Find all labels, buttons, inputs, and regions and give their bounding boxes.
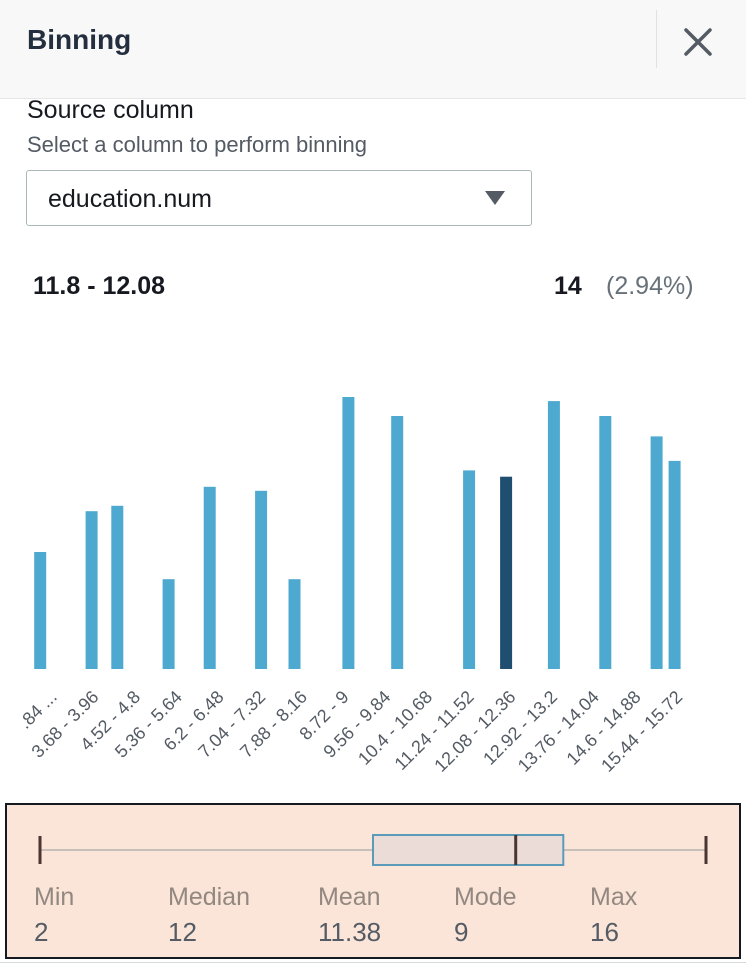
stat-min-label: Min <box>34 883 75 911</box>
stat-mode-value: 9 <box>454 917 469 947</box>
stat-max-value: 16 <box>590 917 619 947</box>
stat-median-label: Median <box>168 883 250 911</box>
histogram-bar[interactable] <box>34 552 47 669</box>
box-plot-box <box>372 834 565 866</box>
close-icon <box>684 28 712 56</box>
histogram-bar[interactable] <box>111 505 124 669</box>
histogram-bar[interactable] <box>463 470 476 669</box>
selected-column-value: education.num <box>48 185 213 213</box>
histogram-bar[interactable] <box>599 416 612 669</box>
stat-max-label: Max <box>590 883 638 911</box>
histogram-bar[interactable] <box>547 401 560 669</box>
selected-bin-percent: (2.94%) <box>606 272 694 300</box>
histogram-bar[interactable] <box>162 579 175 669</box>
stat-mode-label: Mode <box>454 883 517 911</box>
close-button[interactable] <box>676 20 720 64</box>
source-column-select[interactable]: education.num <box>26 170 532 226</box>
stat-mean-label: Mean <box>318 883 381 911</box>
histogram-bar[interactable] <box>650 436 663 669</box>
box-plot <box>38 834 708 866</box>
source-column-label: Source column <box>27 96 194 124</box>
source-column-description: Select a column to perform binning <box>27 132 367 157</box>
header-divider <box>656 10 657 68</box>
selected-bin-range: 11.8 - 12.08 <box>33 272 166 300</box>
bottom-divider <box>0 962 746 963</box>
stat-min-value: 2 <box>34 917 49 947</box>
selected-bin-count: 14 <box>554 272 582 300</box>
stat-mean-value: 11.38 <box>318 917 382 947</box>
histogram-bar[interactable] <box>668 460 681 669</box>
histogram-chart: .84 ...3.68 - 3.964.52 - 4.85.36 - 5.646… <box>15 397 686 776</box>
histogram-bar[interactable] <box>85 511 98 669</box>
panel-header: Binning <box>0 0 746 99</box>
histogram-bar[interactable] <box>255 490 268 669</box>
histogram-bar[interactable] <box>288 579 301 669</box>
caret-down-icon <box>485 191 505 205</box>
summary-statistics: Min 2 Median 12 Mean 11.38 Mode 9 Max 16 <box>5 803 741 959</box>
histogram-bar[interactable] <box>342 397 355 669</box>
stat-median-value: 12 <box>168 917 197 947</box>
histogram-bar-selected[interactable] <box>500 476 513 669</box>
histogram-bar[interactable] <box>391 416 404 669</box>
histogram-bar[interactable] <box>203 486 216 669</box>
panel-title: Binning <box>27 24 132 55</box>
